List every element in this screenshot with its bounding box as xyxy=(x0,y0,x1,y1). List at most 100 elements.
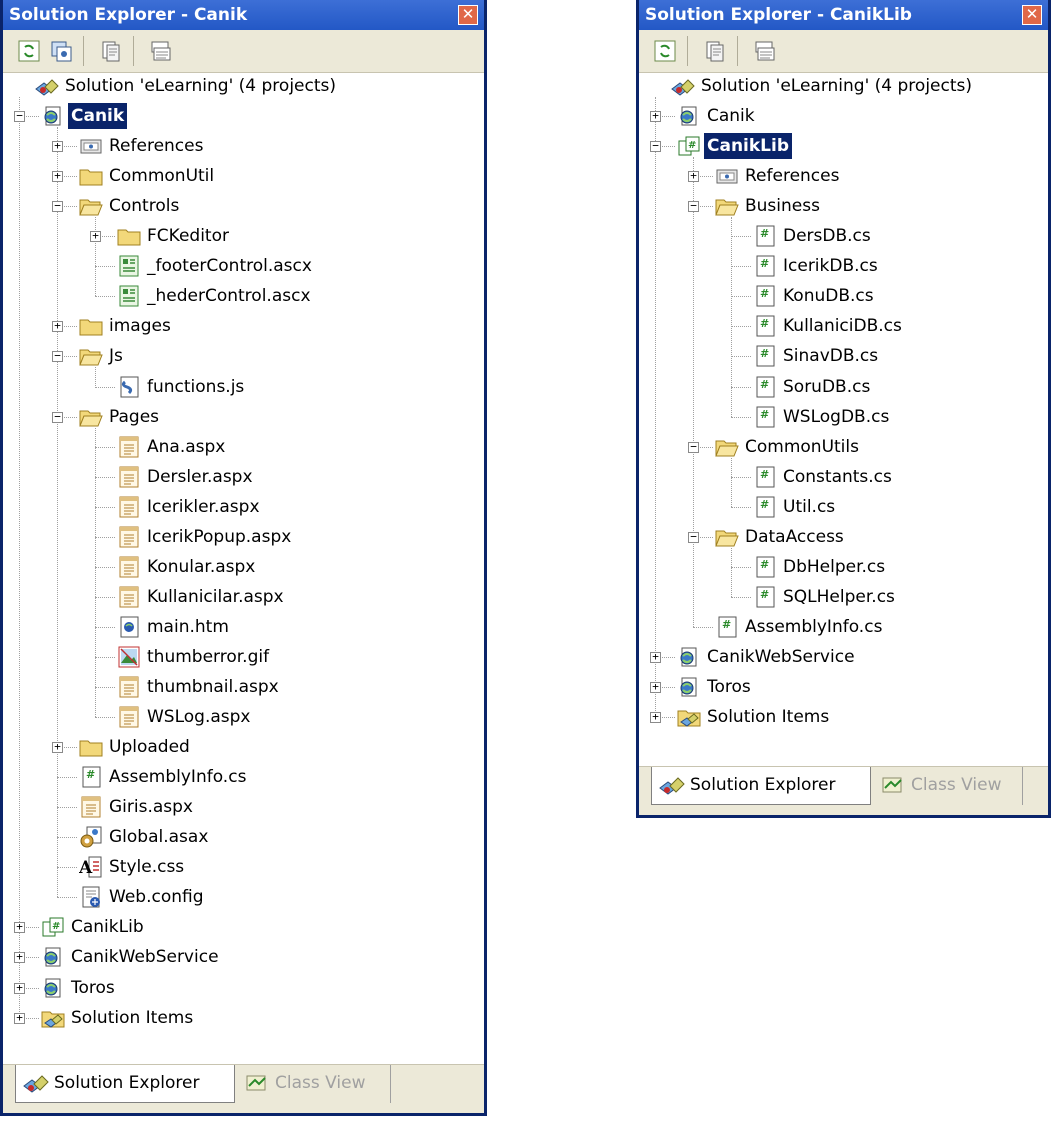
collapse-icon[interactable]: − xyxy=(52,350,63,363)
tree-node[interactable]: Canik xyxy=(675,103,1055,133)
expand-icon[interactable]: + xyxy=(14,1012,25,1024)
aspx-icon xyxy=(117,436,141,458)
tree-node[interactable]: functions.js xyxy=(115,374,495,404)
tree-node[interactable]: Uploaded xyxy=(77,734,457,764)
tree-connector xyxy=(95,596,115,598)
tree-node[interactable]: Ana.aspx xyxy=(115,434,495,464)
expand-icon[interactable]: + xyxy=(14,951,25,964)
tree-node[interactable]: Web.config xyxy=(77,884,457,914)
tree-node[interactable]: CommonUtils xyxy=(713,434,1056,464)
svg-text:A: A xyxy=(79,858,93,878)
tree-node[interactable]: CanikWebService xyxy=(675,644,1055,674)
tree-node-label: Canik xyxy=(707,106,755,127)
tree-node[interactable]: # SoruDB.cs xyxy=(751,374,1056,404)
tree-node[interactable]: DataAccess xyxy=(713,524,1056,554)
tree-node[interactable]: # CanikLib xyxy=(39,914,419,944)
collapse-icon[interactable]: − xyxy=(688,531,699,543)
collapse-icon[interactable]: − xyxy=(52,411,63,423)
svg-text:#: # xyxy=(760,378,769,391)
tree-node[interactable]: Solution Items xyxy=(39,1005,419,1035)
expand-icon[interactable]: + xyxy=(14,982,25,994)
tree-node[interactable]: Konular.aspx xyxy=(115,554,495,584)
tree-node[interactable]: Pages xyxy=(77,404,457,434)
tree-node[interactable]: # AssemblyInfo.cs xyxy=(77,764,457,794)
refresh-icon[interactable] xyxy=(17,39,41,63)
tree-node[interactable]: Kullanicilar.aspx xyxy=(115,584,495,614)
tree-node[interactable]: # KullaniciDB.cs xyxy=(751,313,1056,343)
tab-class-view[interactable]: Class View xyxy=(873,767,1023,805)
expand-icon[interactable]: + xyxy=(52,320,63,333)
folder-icon xyxy=(79,736,103,758)
tree-node[interactable]: Js xyxy=(77,343,457,373)
expand-icon[interactable]: + xyxy=(688,170,699,183)
collapse-icon[interactable]: − xyxy=(688,200,699,213)
tree-connector xyxy=(95,296,115,298)
expand-icon[interactable]: + xyxy=(650,651,661,663)
tree-node[interactable]: References xyxy=(77,133,457,163)
tree-node[interactable]: thumberror.gif xyxy=(115,644,495,674)
tab-class-view[interactable]: Class View xyxy=(237,1065,391,1103)
tree-node[interactable]: A Style.css xyxy=(77,854,457,884)
collapse-icon[interactable]: − xyxy=(650,140,661,153)
tree-node[interactable]: References xyxy=(713,163,1056,193)
tab-solution-explorer[interactable]: Solution Explorer xyxy=(651,767,871,805)
tree-node[interactable]: # KonuDB.cs xyxy=(751,283,1056,313)
tree-node[interactable]: CanikWebService xyxy=(39,944,419,974)
tree-node[interactable]: _hederControl.ascx xyxy=(115,283,495,313)
tree-node[interactable]: # CanikLib xyxy=(675,133,1055,163)
tree-node[interactable]: Toros xyxy=(675,674,1055,704)
tree-node[interactable]: Icerikler.aspx xyxy=(115,494,495,524)
tree-node[interactable]: Canik xyxy=(39,103,419,133)
tree-node[interactable]: thumbnail.aspx xyxy=(115,674,495,704)
expand-icon[interactable]: + xyxy=(650,681,661,693)
bottom-tab-bar: Solution Explorer Class View xyxy=(639,766,1048,815)
tab-solution-explorer[interactable]: Solution Explorer xyxy=(15,1065,235,1103)
property-pages-icon[interactable] xyxy=(149,39,173,63)
tree-node[interactable]: Toros xyxy=(39,975,419,1005)
properties-icon[interactable] xyxy=(703,39,727,63)
tree-node[interactable]: # WSLogDB.cs xyxy=(751,404,1056,434)
expand-icon[interactable]: + xyxy=(52,741,63,754)
show-all-files-icon[interactable] xyxy=(49,39,73,63)
tree-node[interactable]: Dersler.aspx xyxy=(115,464,495,494)
tree-node[interactable]: # SinavDB.cs xyxy=(751,343,1056,373)
property-pages-icon[interactable] xyxy=(753,39,777,63)
tree-node[interactable]: Giris.aspx xyxy=(77,794,457,824)
tree-node[interactable]: _footerControl.ascx xyxy=(115,253,495,283)
tree-node[interactable]: # DbHelper.cs xyxy=(751,554,1056,584)
tree-node[interactable]: WSLog.aspx xyxy=(115,704,495,734)
tree-node[interactable]: # Constants.cs xyxy=(751,464,1056,494)
tree-node[interactable]: Global.asax xyxy=(77,824,457,854)
tree-node[interactable]: Controls xyxy=(77,193,457,223)
tree-node[interactable]: # SQLHelper.cs xyxy=(751,584,1056,614)
collapse-icon[interactable]: − xyxy=(688,441,699,453)
tree-node[interactable]: # AssemblyInfo.cs xyxy=(713,614,1056,644)
tree-node[interactable]: images xyxy=(77,313,457,343)
tree-node[interactable]: Business xyxy=(713,193,1056,223)
tree-node[interactable]: # Util.cs xyxy=(751,494,1056,524)
tree-node[interactable]: # DersDB.cs xyxy=(751,223,1056,253)
tree-node[interactable]: Solution Items xyxy=(675,704,1055,734)
collapse-icon[interactable]: − xyxy=(52,200,63,213)
tree-node[interactable]: main.htm xyxy=(115,614,495,644)
expand-icon[interactable]: + xyxy=(52,170,63,183)
title-bar[interactable]: Solution Explorer - CanikLib ✕ xyxy=(639,0,1048,30)
expand-icon[interactable]: + xyxy=(90,230,101,243)
expand-icon[interactable]: + xyxy=(14,921,25,934)
tree-node[interactable]: CommonUtil xyxy=(77,163,457,193)
refresh-icon[interactable] xyxy=(653,39,677,63)
tree-node[interactable]: IcerikPopup.aspx xyxy=(115,524,495,554)
tree-node[interactable]: FCKeditor xyxy=(115,223,495,253)
expand-icon[interactable]: + xyxy=(52,140,63,153)
expand-icon[interactable]: + xyxy=(650,711,661,724)
csproject-icon: # xyxy=(677,135,701,157)
title-bar[interactable]: Solution Explorer - Canik ✕ xyxy=(3,0,484,30)
collapse-icon[interactable]: − xyxy=(14,110,25,123)
properties-icon[interactable] xyxy=(99,39,123,63)
tree-node[interactable]: # IcerikDB.cs xyxy=(751,253,1056,283)
tree-node[interactable]: Solution 'eLearning' (4 projects) xyxy=(33,73,413,103)
tree-node[interactable]: Solution 'eLearning' (4 projects) xyxy=(669,73,1049,103)
close-icon[interactable]: ✕ xyxy=(1022,5,1042,25)
close-icon[interactable]: ✕ xyxy=(458,5,478,25)
expand-icon[interactable]: + xyxy=(650,110,661,123)
